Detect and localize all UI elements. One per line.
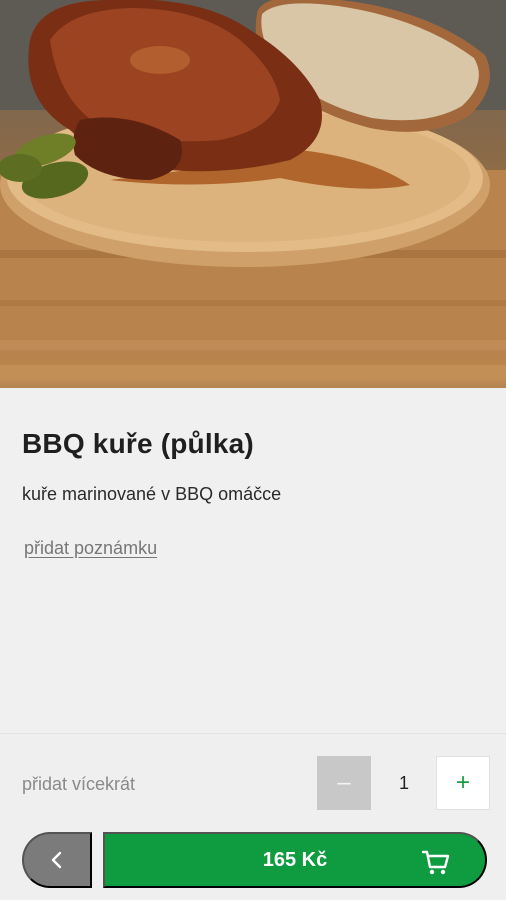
- decrease-quantity-button[interactable]: –: [317, 756, 371, 810]
- plus-icon: +: [455, 769, 470, 796]
- add-multiple-label: přidat vícekrát: [22, 774, 136, 794]
- food-photo: [0, 0, 506, 388]
- back-button[interactable]: [22, 832, 92, 888]
- quantity-value: 1: [398, 772, 409, 793]
- image-divider: [0, 378, 506, 388]
- chevron-left-icon: [51, 851, 62, 869]
- order-panel: přidat vícekrát – 1 + 165 Kč: [0, 733, 506, 900]
- product-details: BBQ kuře (půlka) kuře marinované v BBQ o…: [0, 388, 506, 733]
- product-description: kuře marinované v BBQ omáčce: [22, 484, 282, 504]
- minus-icon: –: [337, 769, 351, 796]
- increase-quantity-button[interactable]: +: [436, 756, 490, 810]
- price-label: 165 Kč: [262, 848, 328, 871]
- cart-icon: [421, 850, 450, 875]
- product-image: [0, 0, 506, 388]
- product-title: BBQ kuře (půlka): [22, 428, 254, 459]
- add-note-link[interactable]: přidat poznámku: [24, 538, 157, 559]
- add-to-cart-button[interactable]: 165 Kč: [103, 832, 487, 888]
